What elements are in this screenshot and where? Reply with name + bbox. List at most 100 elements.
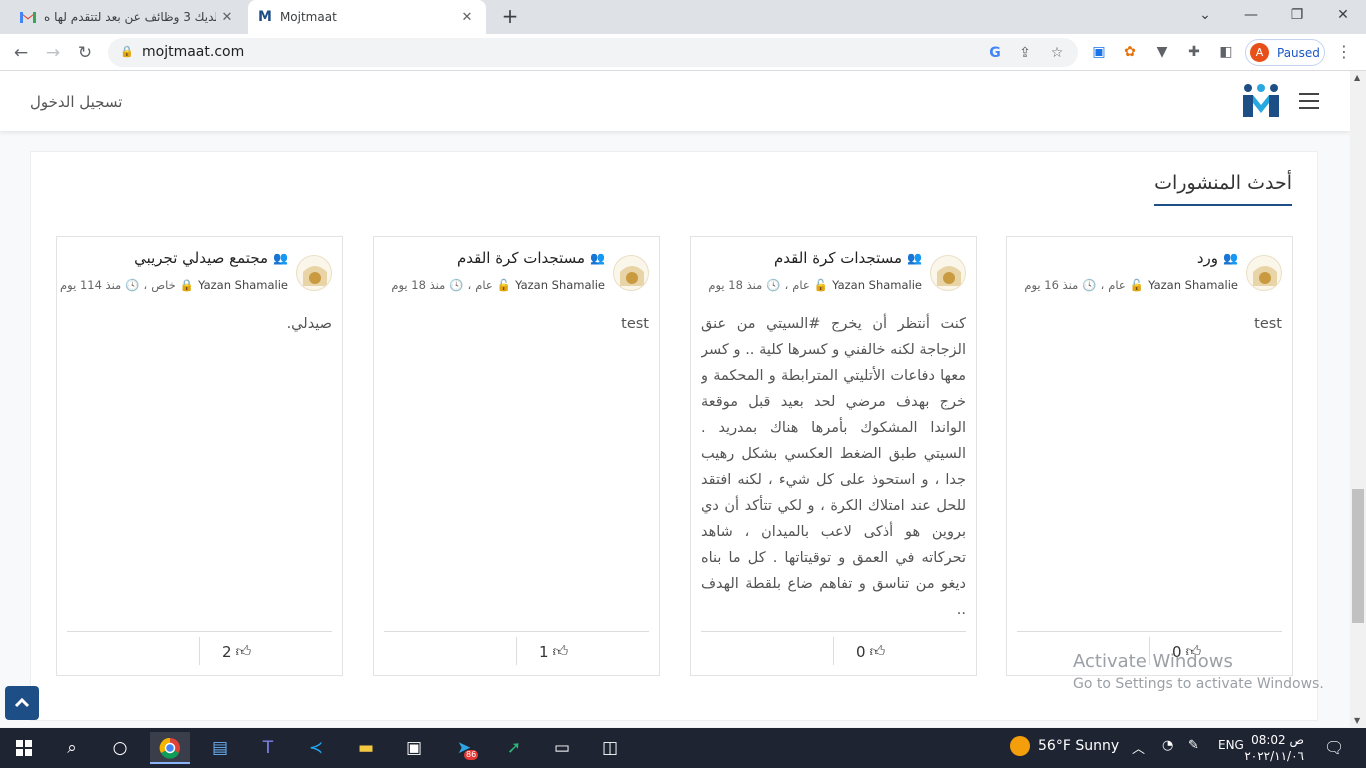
group-name[interactable]: مجتمع صيدلي تجريبي [134,249,268,267]
post-body[interactable]: كنت أنتظر أن يخرج #السيتي من عنق الزجاجة… [701,311,966,621]
mojtmaat-icon: M [258,9,272,25]
group-name[interactable]: ورد [1197,249,1218,267]
clock-icon: 🕓 [1082,278,1097,292]
site-header: تسجيل الدخول [0,71,1350,131]
avatar: A [1250,43,1269,62]
author-name[interactable]: Yazan Shamalie [198,278,288,292]
control-panel-icon[interactable]: ▤ [200,732,240,764]
bookmark-star-icon[interactable]: ☆ [1046,42,1068,64]
task-view-icon[interactable]: ○ [100,732,140,764]
group-avatar [1246,255,1282,291]
visibility-label: عام [475,278,493,292]
weather-widget[interactable]: 56°F Sunny [1010,736,1119,756]
visibility-label: خاص [151,278,176,292]
scroll-down-arrow-icon[interactable]: ▼ [1354,716,1360,725]
reload-icon[interactable]: ↻ [72,40,98,66]
share-icon[interactable]: ⇪ [1014,42,1036,64]
extension-vpn-icon[interactable]: ▼ [1152,42,1172,62]
post-card[interactable]: 👥 ورد Yazan Shamalie 🔓 عام ، 🕓 منذ 16 يو… [1006,236,1293,676]
group-name[interactable]: مستجدات كرة القدم [774,249,902,267]
teams-icon[interactable]: T [248,732,288,764]
like-count: 2 [222,642,232,661]
post-body[interactable]: test [384,311,649,621]
activate-windows-watermark: Activate Windows Go to Settings to activ… [1073,651,1324,692]
login-link[interactable]: تسجيل الدخول [30,93,122,111]
google-icon[interactable]: G [984,42,1006,64]
post-time: منذ 18 يوم [391,278,446,292]
address-bar[interactable]: 🔒 mojtmaat.com G ⇪ ☆ [108,38,1078,67]
close-icon[interactable]: ✕ [456,10,478,25]
scroll-up-arrow-icon[interactable]: ▲ [1354,73,1360,82]
search-icon[interactable]: ⌕ [52,732,92,764]
watermark-subtitle: Go to Settings to activate Windows. [1073,676,1324,692]
clock[interactable]: 08:02 ص ٢٠٢٢/١١/٠٦ [1242,732,1304,764]
scroll-to-top-button[interactable] [5,686,39,720]
close-icon[interactable]: ✕ [216,10,238,25]
divider [1017,631,1282,632]
author-name[interactable]: Yazan Shamalie [832,278,922,292]
post-body[interactable]: صيدلي. [67,311,332,621]
watermark-title: Activate Windows [1073,651,1233,672]
like-button[interactable]: 0 👍︎ [856,642,885,661]
post-meta: Yazan Shamalie 🔒 خاص ، 🕓 منذ 114 يوم [60,278,288,292]
divider [701,631,966,632]
post-card[interactable]: 👥 مستجدات كرة القدم Yazan Shamalie 🔓 عام… [373,236,660,676]
app-icon[interactable]: ▣ [394,732,434,764]
extension-honey-icon[interactable]: ✿ [1120,42,1140,62]
pen-icon[interactable]: ✎ [1188,738,1199,753]
chevron-up-icon[interactable]: ︿ [1132,738,1145,757]
post-card[interactable]: 👥 مجتمع صيدلي تجريبي Yazan Shamalie 🔒 خا… [56,236,343,676]
page-scrollbar[interactable]: ▲ ▼ [1350,71,1366,727]
tab-mojtmaat[interactable]: M Mojtmaat ✕ [248,0,486,34]
post-card[interactable]: 👥 مستجدات كرة القدم Yazan Shamalie 🔓 عام… [690,236,977,676]
scrollbar-thumb[interactable] [1352,489,1364,623]
notification-icon[interactable]: 🗨︎ [1324,738,1344,757]
like-count: 0 [856,642,866,661]
post-meta: Yazan Shamalie 🔓 عام ، 🕓 منذ 18 يوم [391,278,605,292]
group-name[interactable]: مستجدات كرة القدم [457,249,585,267]
lock-icon: 🔒 [120,45,134,58]
group-avatar [296,255,332,291]
new-tab-button[interactable]: + [498,4,522,28]
minimize-button[interactable]: — [1228,0,1274,32]
lock-icon: 🔒 [179,278,195,292]
restore-button[interactable]: ❐ [1274,0,1320,32]
divider [833,637,834,665]
side-panel-icon[interactable]: ◧ [1216,42,1236,62]
thumbs-up-icon: 👍︎ [235,642,252,660]
post-meta: Yazan Shamalie 🔓 عام ، 🕓 منذ 18 يوم [708,278,922,292]
windows-start-icon[interactable] [4,732,44,764]
author-name[interactable]: Yazan Shamalie [1148,278,1238,292]
hamburger-menu-icon[interactable] [1299,93,1319,114]
author-name[interactable]: Yazan Shamalie [515,278,605,292]
forward-arrow-icon[interactable]: → [40,40,66,66]
windows-taskbar: ⌕ ○ ▤ T ≺ ▬ ▣ ➤ 86 ➚ ▭ ◫ 56°F Sunny ︿ ◔ ✎… [0,728,1366,768]
menu-kebab-icon[interactable]: ⋮ [1336,42,1352,61]
clock-time: 08:02 ص [1251,733,1304,747]
like-button[interactable]: 2 👍︎ [222,642,251,661]
chrome-taskbar-icon[interactable] [150,732,190,764]
card-header: 👥 ورد [1197,249,1238,267]
app-icon[interactable]: ◫ [590,732,630,764]
close-window-button[interactable]: ✕ [1320,0,1366,32]
profile-status: Paused [1277,45,1320,60]
extension-trello-icon[interactable]: ▣ [1089,42,1109,62]
group-avatar [613,255,649,291]
tab-title: Mojtmaat [279,10,337,24]
tab-gmail[interactable]: لديك 3 وظائف عن بعد لتتقدم لها ه... ✕ [8,0,246,34]
language-indicator[interactable]: ENG [1218,738,1244,752]
mojtmaat-logo[interactable] [1242,83,1280,119]
profile-button[interactable]: A Paused [1245,39,1325,66]
file-explorer-icon[interactable]: ▬ [346,732,386,764]
screen-app-icon[interactable]: ▭ [542,732,582,764]
back-arrow-icon[interactable]: ← [8,40,34,66]
like-button[interactable]: 1 👍︎ [539,642,568,661]
network-icon[interactable]: ◔ [1162,738,1173,753]
weather-text: 56°F Sunny [1038,738,1120,754]
send-app-icon[interactable]: ➚ [494,732,534,764]
vscode-icon[interactable]: ≺ [296,732,336,764]
extensions-puzzle-icon[interactable]: ✚ [1184,42,1204,62]
post-body[interactable]: test [1017,311,1282,621]
tab-search-icon[interactable]: ⌄ [1182,0,1228,32]
telegram-icon[interactable]: ➤ 86 [444,732,484,764]
